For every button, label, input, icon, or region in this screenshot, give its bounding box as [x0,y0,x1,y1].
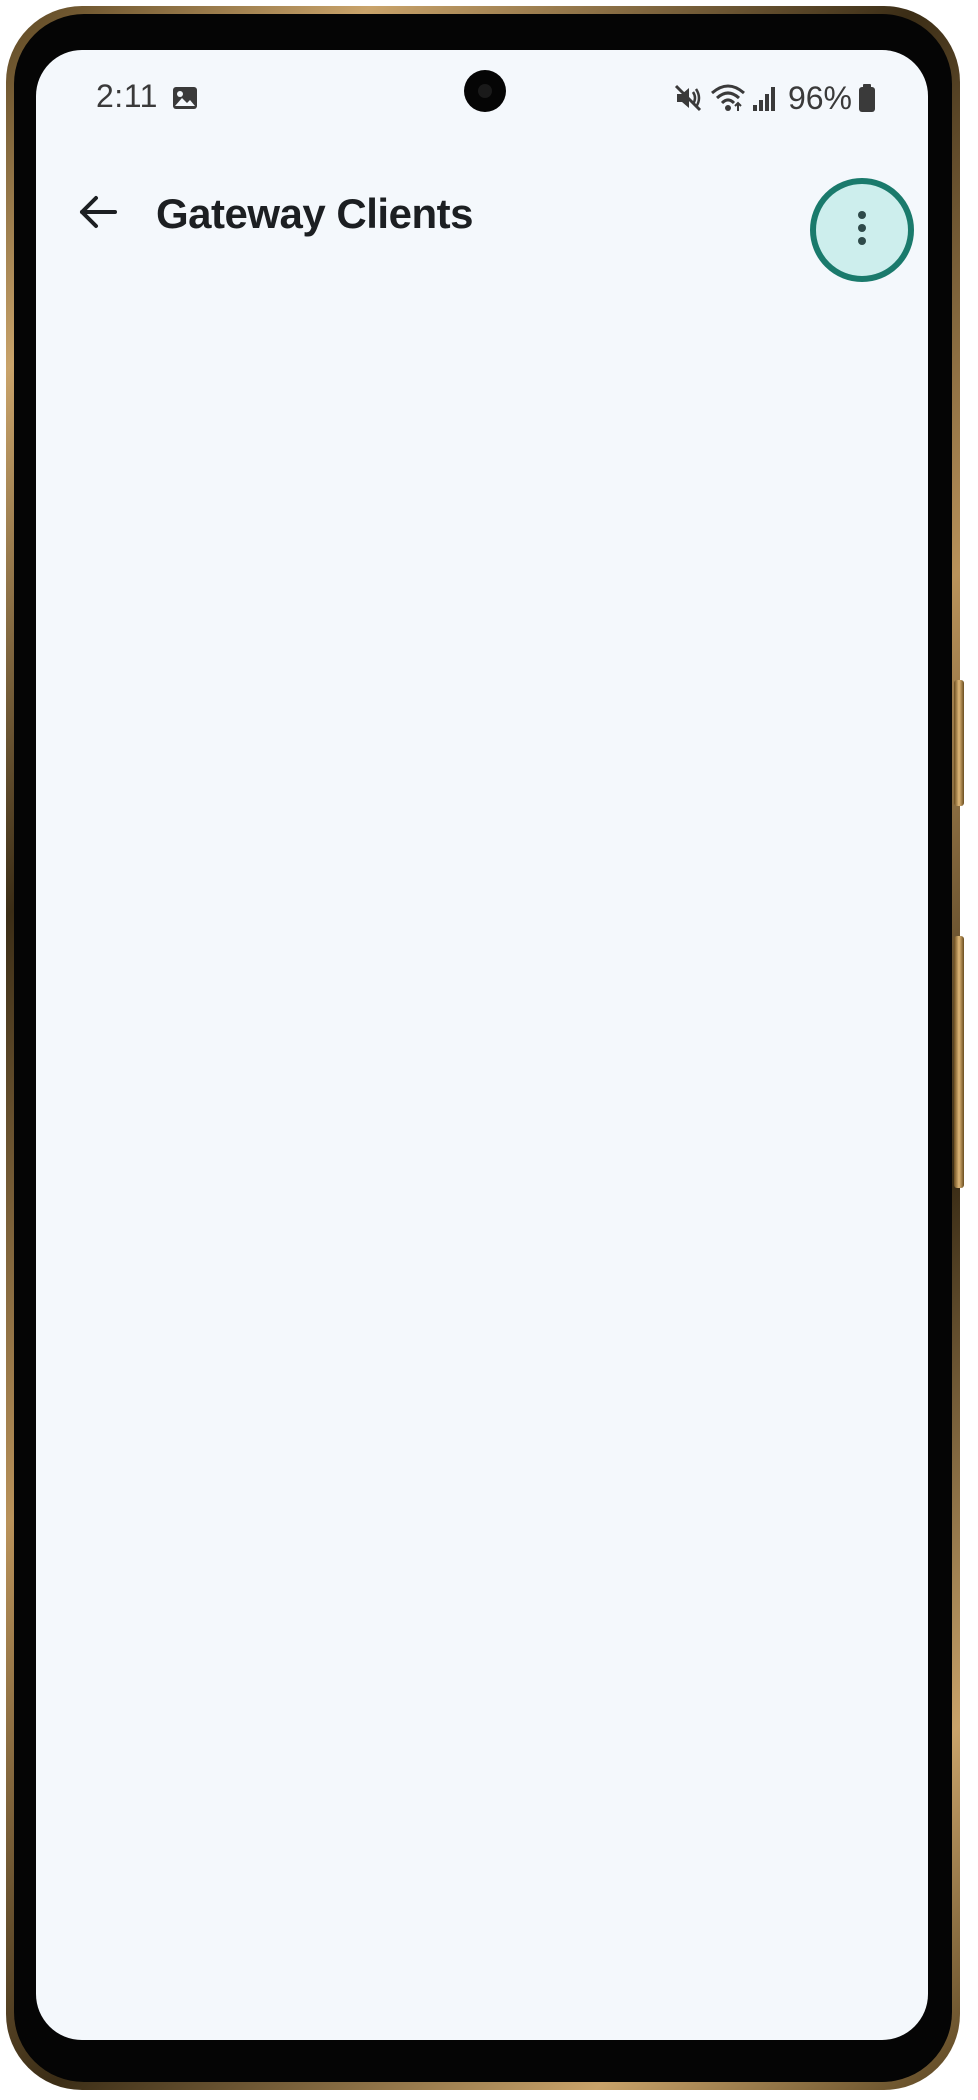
status-time: 2:11 [96,78,158,114]
back-button[interactable] [66,182,130,246]
client-list-area [36,280,928,2040]
battery-percent: 96% [787,79,852,116]
power-button [954,936,964,1188]
volume-button [954,680,964,806]
phone-screen: 2:11 96% Gateway Clients [36,50,928,2040]
back-arrow-icon [78,194,118,235]
mute-icon [674,83,704,113]
gallery-icon [172,86,198,110]
wifi-icon [710,83,746,113]
status-bar: 2:11 96% [36,50,928,150]
signal-icon [752,83,778,113]
status-icons: 96% [674,80,876,116]
more-vert-icon [856,210,868,251]
battery-icon [858,83,876,113]
page-title: Gateway Clients [156,190,473,237]
app-bar: Gateway Clients [36,170,928,282]
front-camera [464,70,506,112]
more-options-button[interactable] [810,178,914,282]
